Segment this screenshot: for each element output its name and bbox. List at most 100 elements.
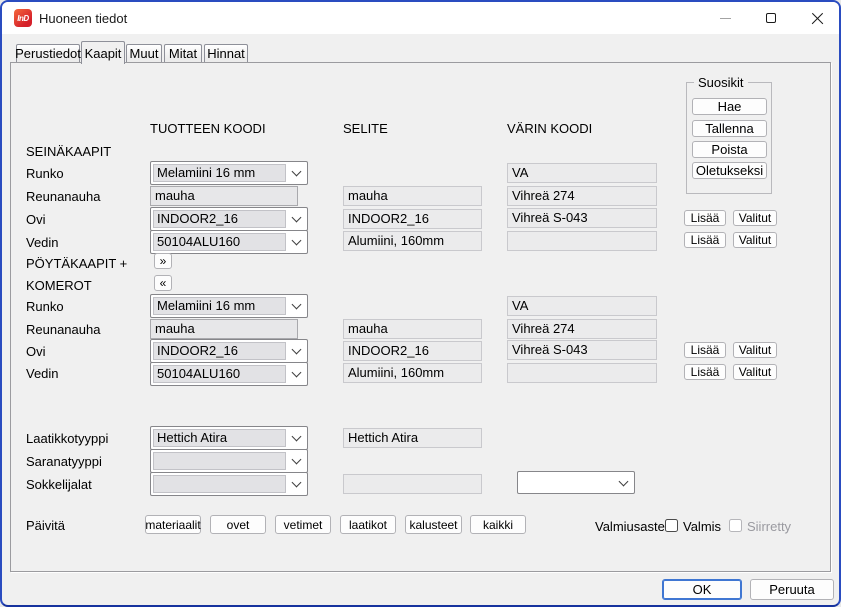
ovi2-combo-value: INDOOR2_16 [153,342,286,360]
favorites-group-title: Suosikit [694,75,748,90]
update-materiaalit-button[interactable]: materiaalit [145,515,201,534]
saranatyyppi-combo[interactable] [150,449,308,473]
ovi-selite-field: INDOOR2_16 [343,209,482,229]
runko-label: Runko [26,166,64,181]
ovi2-color-field: Vihreä S-043 [507,340,657,360]
laatikkotyyppi-combo[interactable]: Hettich Atira [150,426,308,450]
chevron-down-icon [292,368,302,378]
vedin-label: Vedin [26,235,59,250]
chevron-down-icon [292,345,302,355]
vedin2-label: Vedin [26,366,59,381]
vedin-combo-value: 50104ALU160 [153,233,286,251]
sokkelijalat-color-combo-value [520,474,613,491]
column-header-selite: SELITE [343,121,388,136]
valitut-button[interactable]: Valitut [733,210,777,226]
vedin2-combo[interactable]: 50104ALU160 [150,362,308,386]
close-icon [811,12,824,25]
laatikkotyyppi-combo-value: Hettich Atira [153,429,286,447]
update-kaikki-button[interactable]: kaikki [470,515,526,534]
update-vetimet-button[interactable]: vetimet [275,515,331,534]
vedin-selite-field: Alumiini, 160mm [343,231,482,251]
maximize-button[interactable] [748,2,794,34]
section-heading-seinakaapit: SEINÄKAAPIT [26,144,111,159]
paivita-label: Päivitä [26,518,65,533]
chevron-down-icon [292,300,302,310]
tab-label: Muut [130,46,159,61]
sokkelijalat-combo[interactable] [150,472,308,496]
valmis-checkbox-label: Valmis [683,519,721,534]
reunanauha-label: Reunanauha [26,189,100,204]
vedin2-color-field [507,363,657,383]
tab-mitat[interactable]: Mitat [164,44,202,62]
column-header-tuotteen-koodi: TUOTTEEN KOODI [150,121,266,136]
update-kalusteet-button[interactable]: kalusteet [405,515,462,534]
lisaa-button[interactable]: Lisää [684,232,726,248]
transfer-left-button[interactable]: « [154,275,172,291]
lisaa-button[interactable]: Lisää [684,210,726,226]
runko-color-field: VA [507,163,657,183]
tab-perustiedot[interactable]: Perustiedot [16,44,80,62]
reunanauha2-selite-field: mauha [343,319,482,339]
column-header-varin-koodi: VÄRIN KOODI [507,121,592,136]
ovi-combo-value: INDOOR2_16 [153,210,286,228]
hae-button[interactable]: Hae [692,98,767,115]
sokkelijalat-label: Sokkelijalat [26,477,92,492]
chevron-down-icon [619,476,629,486]
tab-hinnat[interactable]: Hinnat [204,44,248,62]
vedin-combo[interactable]: 50104ALU160 [150,230,308,254]
reunanauha-selite-field: mauha [343,186,482,206]
window-title: Huoneen tiedot [39,11,127,26]
runko2-label: Runko [26,299,64,314]
transfer-right-button[interactable]: » [154,253,172,269]
sokkelijalat-color-combo[interactable] [517,471,635,494]
siirretty-checkbox-label: Siirretty [747,519,791,534]
vedin2-selite-field: Alumiini, 160mm [343,363,482,383]
lisaa-button[interactable]: Lisää [684,342,726,358]
cancel-button[interactable]: Peruuta [750,579,834,600]
ovi-color-field: Vihreä S-043 [507,208,657,228]
update-laatikot-button[interactable]: laatikot [340,515,396,534]
ovi2-combo[interactable]: INDOOR2_16 [150,339,308,363]
laatikkotyyppi-selite-field: Hettich Atira [343,428,482,448]
laatikkotyyppi-label: Laatikkotyyppi [26,431,108,446]
saranatyyppi-label: Saranatyyppi [26,454,102,469]
reunanauha-input[interactable]: mauha [150,186,298,206]
ovi2-selite-field: INDOOR2_16 [343,341,482,361]
chevron-down-icon [292,478,302,488]
tab-label: Hinnat [207,46,245,61]
ovi-combo[interactable]: INDOOR2_16 [150,207,308,231]
reunanauha-color-field: Vihreä 274 [507,186,657,206]
reunanauha2-input[interactable]: mauha [150,319,298,339]
poista-button[interactable]: Poista [692,141,767,158]
tab-muut[interactable]: Muut [126,44,162,62]
vedin-color-field [507,231,657,251]
tab-kaapit[interactable]: Kaapit [81,41,125,64]
chevron-down-icon [292,432,302,442]
chevron-down-icon [292,213,302,223]
valitut-button[interactable]: Valitut [733,232,777,248]
ovi-label: Ovi [26,212,46,227]
minimize-icon [720,18,731,19]
section-heading-komerot: KOMEROT [26,278,92,293]
ovi2-label: Ovi [26,344,46,359]
valitut-button[interactable]: Valitut [733,364,777,380]
runko-combo[interactable]: Melamiini 16 mm [150,161,308,185]
runko2-combo[interactable]: Melamiini 16 mm [150,294,308,318]
maximize-icon [766,13,776,23]
close-button[interactable] [794,2,840,34]
sokkelijalat-combo-value [153,475,286,493]
valitut-button[interactable]: Valitut [733,342,777,358]
lisaa-button[interactable]: Lisää [684,364,726,380]
chevron-down-icon [292,236,302,246]
titlebar: InD Huoneen tiedot [2,2,839,34]
valmis-checkbox[interactable] [665,519,678,532]
chevron-down-icon [292,167,302,177]
tallenna-button[interactable]: Tallenna [692,120,767,137]
section-heading-poytakaapit: PÖYTÄKAAPIT + [26,256,127,271]
oletukseksi-button[interactable]: Oletukseksi [692,162,767,179]
update-ovet-button[interactable]: ovet [210,515,266,534]
reunanauha2-color-field: Vihreä 274 [507,319,657,339]
ok-button[interactable]: OK [662,579,742,600]
runko2-combo-value: Melamiini 16 mm [153,297,286,315]
app-icon: InD [14,9,32,27]
